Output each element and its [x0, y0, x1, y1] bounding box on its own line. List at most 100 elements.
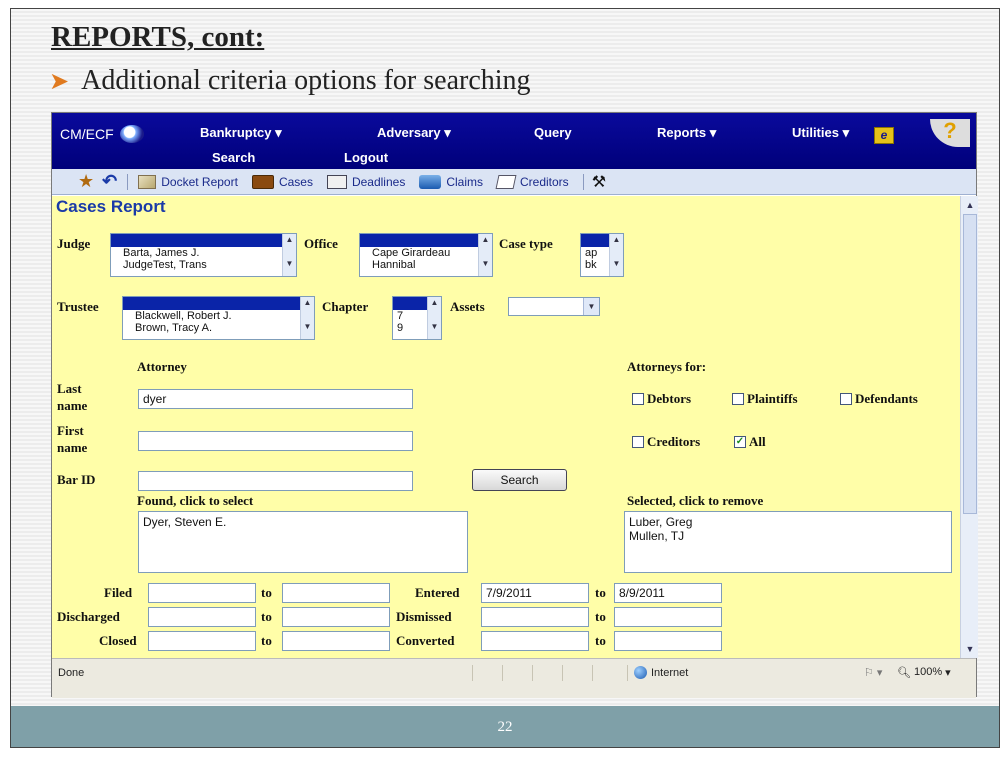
- listbox-scrollbar[interactable]: ▲ ▼: [300, 297, 314, 339]
- chevron-down-icon: ▾: [945, 667, 951, 679]
- debtors-checkbox[interactable]: Debtors: [632, 391, 691, 407]
- nav-bankruptcy[interactable]: Bankruptcy ▾: [200, 125, 282, 141]
- listbox-selected-row: [360, 234, 478, 247]
- judge-listbox[interactable]: Barta, James J. JudgeTest, Trans ▲ ▼: [110, 233, 297, 277]
- checkmark-icon[interactable]: ✓: [734, 436, 746, 448]
- judge-option[interactable]: Barta, James J.: [111, 247, 296, 259]
- selected-list[interactable]: Luber, Greg Mullen, TJ: [624, 511, 952, 573]
- chapter-label: Chapter: [322, 299, 369, 314]
- nav-utilities[interactable]: Utilities ▾: [792, 125, 849, 141]
- listbox-scrollbar[interactable]: ▲ ▼: [478, 234, 492, 276]
- status-divider: [472, 665, 473, 681]
- selected-item[interactable]: Luber, Greg: [629, 515, 947, 529]
- discharged-from-input[interactable]: [148, 607, 256, 627]
- scroll-up-icon[interactable]: ▲: [479, 234, 492, 246]
- scroll-up-icon[interactable]: ▲: [428, 297, 441, 309]
- scroll-down-icon[interactable]: ▼: [479, 258, 492, 270]
- deadlines-button[interactable]: Deadlines: [326, 174, 406, 189]
- found-list[interactable]: Dyer, Steven E.: [138, 511, 468, 573]
- defendants-checkbox[interactable]: Defendants: [840, 391, 918, 407]
- status-divider: [562, 665, 563, 681]
- back-icon[interactable]: ↶: [102, 171, 117, 192]
- scroll-down-icon[interactable]: ▼: [283, 258, 296, 270]
- office-listbox[interactable]: Cape Girardeau Hannibal ▲ ▼: [359, 233, 493, 277]
- all-checkbox[interactable]: ✓ All: [734, 434, 766, 450]
- nav-search[interactable]: Search: [212, 150, 255, 165]
- scroll-down-icon[interactable]: ▼: [428, 321, 441, 333]
- scroll-down-icon[interactable]: ▼: [301, 321, 314, 333]
- first-name-input[interactable]: [138, 431, 413, 451]
- scroll-up-icon[interactable]: ▲: [610, 234, 623, 246]
- to-label: to: [595, 609, 606, 624]
- closed-to-input[interactable]: [282, 631, 390, 651]
- attorneys-for-heading: Attorneys for:: [627, 359, 707, 374]
- plaintiffs-checkbox[interactable]: Plaintiffs: [732, 391, 798, 407]
- slide-footer: 22: [11, 706, 999, 747]
- claims-label: Claims: [446, 174, 483, 189]
- entered-to-input[interactable]: 8/9/2011: [614, 583, 722, 603]
- dismissed-from-input[interactable]: [481, 607, 589, 627]
- nav-adversary[interactable]: Adversary ▾: [377, 125, 451, 141]
- scroll-up-icon[interactable]: ▲: [301, 297, 314, 309]
- docket-report-button[interactable]: Docket Report: [138, 174, 238, 189]
- page-scrollbar[interactable]: ▲ ▼: [960, 196, 978, 658]
- office-option[interactable]: Cape Girardeau: [360, 247, 492, 259]
- trustee-option[interactable]: Blackwell, Robert J.: [123, 310, 314, 322]
- search-button[interactable]: Search: [472, 469, 567, 491]
- scroll-down-icon[interactable]: ▼: [610, 258, 623, 270]
- case-type-listbox[interactable]: ap bk ▲ ▼: [580, 233, 624, 277]
- claims-button[interactable]: Claims: [419, 174, 483, 189]
- trustee-listbox[interactable]: Blackwell, Robert J. Brown, Tracy A. ▲ ▼: [122, 296, 315, 340]
- converted-to-input[interactable]: [614, 631, 722, 651]
- bar-id-input[interactable]: [138, 471, 413, 491]
- debtors-label: Debtors: [647, 391, 692, 406]
- nav-logout[interactable]: Logout: [344, 150, 388, 165]
- last-name-input[interactable]: dyer: [138, 389, 413, 409]
- cmecf-logo[interactable]: CM/ECF: [60, 125, 144, 143]
- selected-item[interactable]: Mullen, TJ: [629, 529, 947, 543]
- trustee-option[interactable]: Brown, Tracy A.: [123, 322, 314, 334]
- help-icon[interactable]: ?: [930, 119, 970, 147]
- filed-from-input[interactable]: [148, 583, 256, 603]
- listbox-scrollbar[interactable]: ▲ ▼: [427, 297, 441, 339]
- judge-option[interactable]: JudgeTest, Trans: [111, 259, 296, 271]
- assets-select[interactable]: ▼: [508, 297, 600, 316]
- scroll-up-icon[interactable]: ▲: [963, 198, 977, 212]
- chevron-down-icon[interactable]: ▼: [583, 298, 599, 315]
- listbox-scrollbar[interactable]: ▲ ▼: [282, 234, 296, 276]
- scroll-up-icon[interactable]: ▲: [283, 234, 296, 246]
- dismissed-to-input[interactable]: [614, 607, 722, 627]
- cases-button[interactable]: Cases: [251, 174, 313, 189]
- checkbox-box[interactable]: [632, 436, 644, 448]
- checkbox-box[interactable]: [840, 393, 852, 405]
- plaintiffs-label: Plaintiffs: [747, 391, 798, 406]
- creditors-button[interactable]: Creditors: [495, 174, 569, 189]
- star-icon[interactable]: ★: [78, 171, 94, 192]
- closed-from-input[interactable]: [148, 631, 256, 651]
- checkbox-box[interactable]: [632, 393, 644, 405]
- listbox-selected-row: [393, 297, 427, 310]
- deadlines-label: Deadlines: [351, 174, 406, 189]
- scroll-down-icon[interactable]: ▼: [963, 642, 977, 656]
- found-item[interactable]: Dyer, Steven E.: [143, 515, 463, 529]
- to-label: to: [261, 585, 272, 600]
- office-option[interactable]: Hannibal: [360, 259, 492, 271]
- converted-from-input[interactable]: [481, 631, 589, 651]
- checkbox-box[interactable]: [732, 393, 744, 405]
- utilities-icon[interactable]: e: [874, 127, 894, 144]
- browser-window: CM/ECF Bankruptcy ▾ Adversary ▾ Query Re…: [51, 112, 978, 698]
- filed-to-input[interactable]: [282, 583, 390, 603]
- discharged-to-input[interactable]: [282, 607, 390, 627]
- chapter-listbox[interactable]: 7 9 ▲ ▼: [392, 296, 442, 340]
- scrollbar-thumb[interactable]: [963, 214, 977, 514]
- nav-reports[interactable]: Reports ▾: [657, 125, 716, 141]
- nav-query[interactable]: Query: [534, 125, 572, 140]
- zoom-control[interactable]: 🔍︎ 100% ▾: [897, 666, 951, 679]
- cases-report-form: Cases Report Judge Barta, James J. Judge…: [52, 196, 960, 658]
- entered-from-input[interactable]: 7/9/2011: [481, 583, 589, 603]
- hammer-icon[interactable]: ⚒: [592, 172, 606, 192]
- creditors-checkbox[interactable]: Creditors: [632, 434, 700, 450]
- listbox-scrollbar[interactable]: ▲ ▼: [609, 234, 623, 276]
- security-icon[interactable]: ⚐ ▾: [864, 666, 882, 679]
- first-name-label-line1: First: [57, 423, 84, 438]
